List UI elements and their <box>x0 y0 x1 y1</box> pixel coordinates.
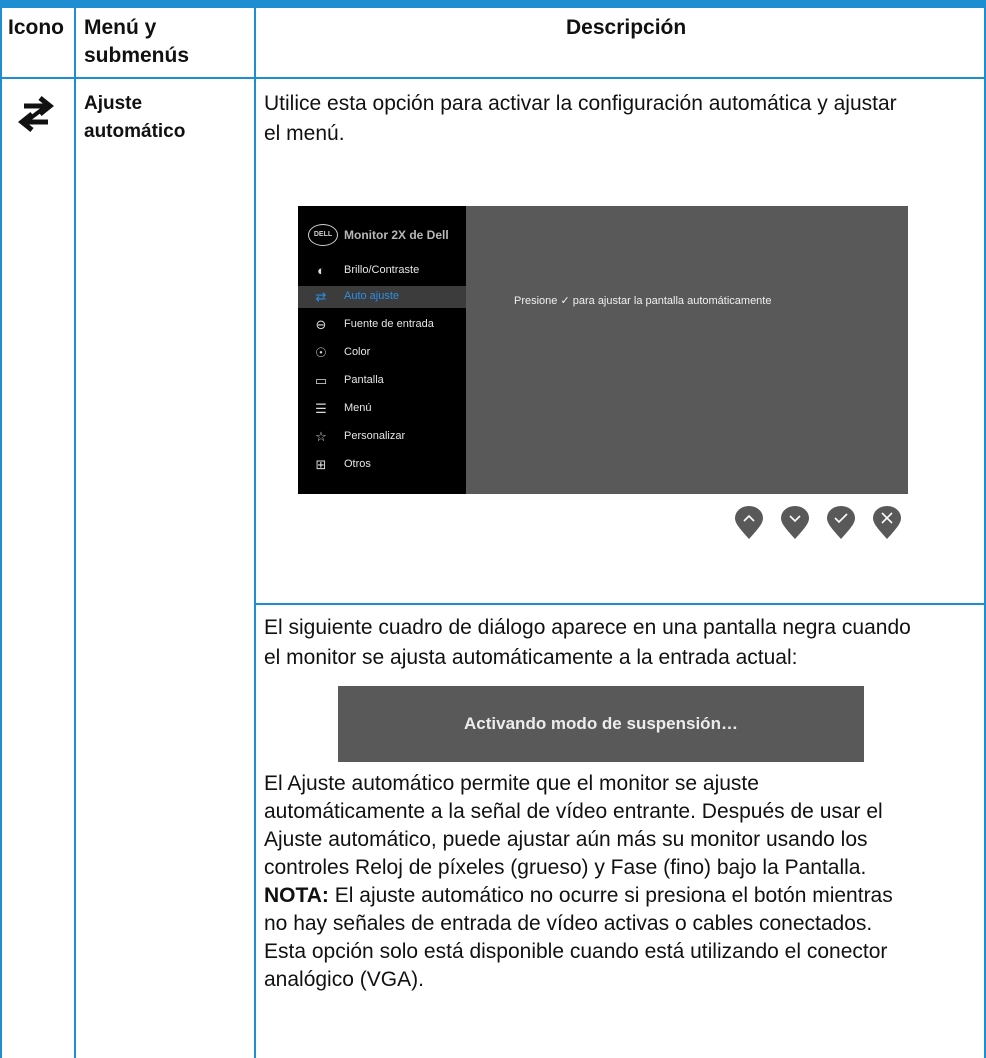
note-line1: NOTA: El ajuste automático no ocurre si … <box>264 882 893 910</box>
sleep-dialog: Activando modo de suspensión… <box>338 686 864 762</box>
osd-item-label: Otros <box>344 458 371 470</box>
osd-item-brightness[interactable]: ◐ Brillo/Contraste <box>298 260 466 282</box>
up-button[interactable] <box>734 506 764 540</box>
osd-item-label: Auto ajuste <box>344 290 400 302</box>
table-top-border <box>0 0 986 8</box>
osd-message: Presione ✓ para ajustar la pantalla auto… <box>514 295 772 307</box>
dialog-intro-line2: el monitor se ajusta automáticamente a l… <box>264 646 798 669</box>
menu-name-line1: Ajuste <box>84 93 143 114</box>
osd-item-display[interactable]: ▭ Pantalla <box>298 370 466 392</box>
osd-item-auto-adjust[interactable]: ⇄ Auto ajuste <box>298 286 466 308</box>
close-button[interactable] <box>872 506 902 540</box>
check-button[interactable] <box>826 506 856 540</box>
intro-line2: el menú. <box>264 122 345 145</box>
menu-icon: ☰ <box>315 401 327 416</box>
osd-screenshot: DELL Monitor 2X de Dell ◐ Brillo/Contras… <box>298 206 908 494</box>
osd-item-label: Pantalla <box>344 374 384 386</box>
header-menu-line2: submenús <box>84 44 190 67</box>
note-label: NOTA: <box>264 884 329 907</box>
column-divider-icon-menu <box>74 8 76 1058</box>
brightness-icon: ◐ <box>317 263 325 278</box>
osd-item-color[interactable]: ☉ Color <box>298 342 466 364</box>
auto-adjust-icon <box>12 94 60 134</box>
osd-item-personalize[interactable]: ☆ Personalizar <box>298 426 466 448</box>
header-menu-line1: Menú y <box>84 16 157 39</box>
dell-logo: DELL <box>308 224 338 246</box>
osd-button-row <box>734 506 914 546</box>
osd-item-menu[interactable]: ☰ Menú <box>298 398 466 420</box>
para-line1: El Ajuste automático permite que el moni… <box>264 772 759 795</box>
osd-title: Monitor 2X de Dell <box>344 228 449 242</box>
osd-item-label: Personalizar <box>344 430 406 442</box>
others-icon: ⊞ <box>315 457 327 472</box>
para-line2: automáticamente a la señal de vídeo entr… <box>264 800 883 823</box>
para-line4: controles Reloj de píxeles (grueso) y Fa… <box>264 856 867 879</box>
menu-name-line2: automático <box>84 121 186 142</box>
column-divider-menu-description <box>254 8 256 1058</box>
table-left-border <box>0 8 2 1058</box>
star-icon: ☆ <box>315 429 327 444</box>
osd-item-label: Menú <box>344 402 372 414</box>
header-icon: Icono <box>8 16 64 39</box>
osd-item-label: Fuente de entrada <box>344 318 434 330</box>
description-section-divider <box>254 603 986 605</box>
osd-sidebar: DELL Monitor 2X de Dell ◐ Brillo/Contras… <box>298 206 466 494</box>
note-line2: no hay señales de entrada de vídeo activ… <box>264 912 873 935</box>
header-bottom-border <box>0 77 986 79</box>
intro-line1: Utilice esta opción para activar la conf… <box>264 92 897 115</box>
osd-item-input-source[interactable]: ⊖ Fuente de entrada <box>298 314 466 336</box>
down-button[interactable] <box>780 506 810 540</box>
input-source-icon: ⊖ <box>315 317 327 332</box>
display-icon: ▭ <box>314 373 328 388</box>
note-line3: Esta opción solo está disponible cuando … <box>264 940 888 963</box>
para-line3: Ajuste automático, puede ajustar aún más… <box>264 828 868 851</box>
note-line4: analógico (VGA). <box>264 968 424 991</box>
auto-adjust-icon: ⇄ <box>315 289 327 304</box>
note-text-1: El ajuste automático no ocurre si presio… <box>328 884 893 907</box>
header-description: Descripción <box>566 16 687 39</box>
osd-item-label: Brillo/Contraste <box>344 264 420 276</box>
dialog-intro-line1: El siguiente cuadro de diálogo aparece e… <box>264 616 911 639</box>
osd-item-label: Color <box>344 346 371 358</box>
color-icon: ☉ <box>315 345 327 360</box>
osd-item-others[interactable]: ⊞ Otros <box>298 454 466 476</box>
